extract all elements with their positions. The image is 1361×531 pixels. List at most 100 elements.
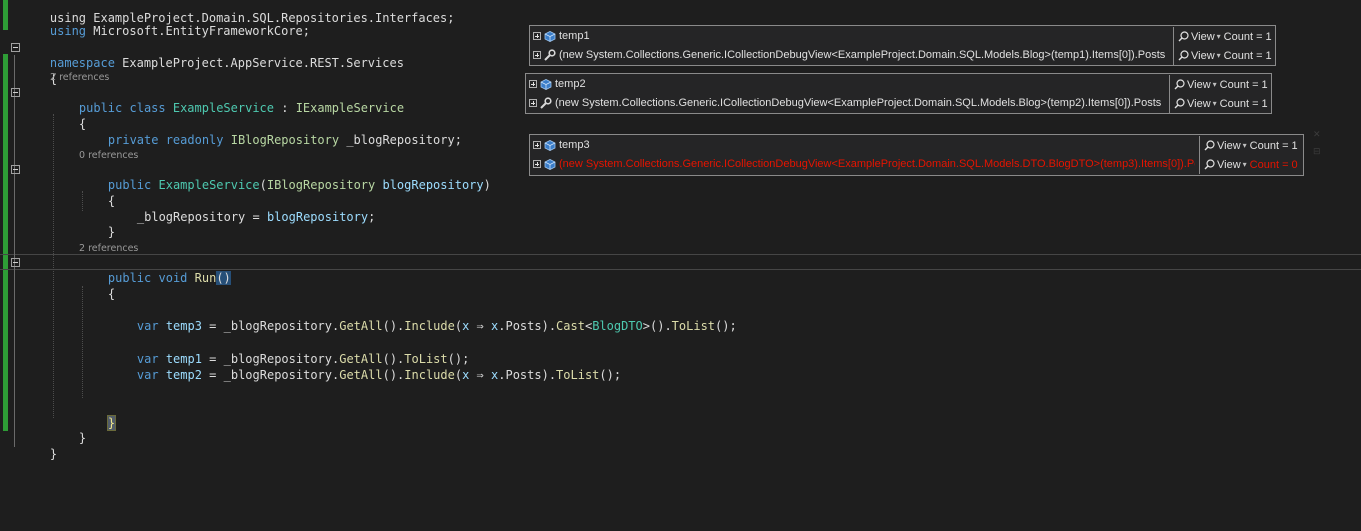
- datatip-temp3[interactable]: temp3 View ▾ Count = 1 (new System.Collect…: [529, 134, 1304, 176]
- class-name: BlogDTO: [592, 319, 643, 333]
- datatip-row[interactable]: temp3 View ▾ Count = 1: [530, 136, 1303, 155]
- interface-name: IExampleService: [295, 101, 405, 115]
- datatip-value: View ▾ Count = 1: [1169, 94, 1268, 113]
- view-button[interactable]: View: [1217, 159, 1241, 171]
- interface-name: IBlogRepository: [266, 178, 376, 192]
- datatip-row[interactable]: temp1 View ▾ Count = 1: [530, 27, 1275, 46]
- brace-match-highlight: }: [106, 415, 117, 431]
- expand-icon[interactable]: [533, 32, 541, 40]
- magnifier-icon[interactable]: [1178, 50, 1189, 61]
- chevron-down-icon[interactable]: ▾: [1217, 27, 1221, 46]
- brace: {: [107, 287, 116, 301]
- magnifier-icon[interactable]: [1174, 98, 1185, 109]
- datatip-temp2[interactable]: temp2 View ▾ Count = 1 (new System.Collect…: [525, 73, 1272, 114]
- view-button[interactable]: View: [1187, 79, 1211, 91]
- chevron-down-icon[interactable]: ▾: [1243, 155, 1247, 174]
- punct: (: [259, 178, 267, 192]
- variable-icon: [544, 140, 556, 151]
- datatip-count-error: Count = 0: [1249, 159, 1298, 171]
- view-button[interactable]: View: [1191, 50, 1215, 62]
- local-name: temp3: [158, 319, 202, 333]
- code-line-run: public void Run(): [79, 254, 231, 285]
- field-name: _blogRepository =: [136, 210, 267, 224]
- fold-toggle[interactable]: [11, 88, 20, 97]
- datatip-row[interactable]: (new System.Collections.Generic.ICollect…: [526, 94, 1271, 113]
- fold-toggle[interactable]: [11, 43, 20, 52]
- code-line-brace: {: [21, 55, 57, 86]
- wrench-icon: [540, 97, 552, 109]
- magnifier-icon[interactable]: [1174, 79, 1185, 90]
- method-name: ToList: [556, 368, 600, 382]
- punct: ;: [368, 210, 376, 224]
- punct: >().: [642, 319, 672, 333]
- keyword: var: [136, 368, 159, 382]
- code-line-temp1: var temp1 = _blogRepository.GetAll().ToL…: [108, 335, 469, 366]
- codelens-references[interactable]: 2 references: [79, 243, 138, 254]
- keyword: namespace: [49, 56, 115, 70]
- datatip-count: Count = 1: [1219, 79, 1268, 91]
- view-button[interactable]: View: [1187, 98, 1211, 110]
- chevron-down-icon[interactable]: ▾: [1213, 94, 1217, 113]
- namespace-name: Microsoft.EntityFrameworkCore;: [86, 24, 310, 38]
- variable-icon: [540, 79, 552, 90]
- punct: ();: [715, 319, 737, 333]
- method-name: Run: [194, 271, 217, 285]
- variable-icon: [544, 31, 556, 42]
- view-button[interactable]: View: [1217, 140, 1241, 152]
- magnifier-icon[interactable]: [1204, 140, 1215, 151]
- codelens-references[interactable]: 0 references: [79, 150, 138, 161]
- code-line-brace: {: [79, 177, 115, 208]
- method-name: Include: [404, 319, 455, 333]
- change-indicator: [3, 54, 8, 431]
- code-line-brace: {: [79, 270, 115, 301]
- code-line-brace: }: [79, 208, 115, 239]
- fold-toggle[interactable]: [11, 165, 20, 174]
- chevron-down-icon[interactable]: ▾: [1217, 46, 1221, 65]
- datatip-row[interactable]: (new System.Collections.Generic.ICollect…: [530, 155, 1303, 174]
- fold-toggle[interactable]: [11, 258, 20, 267]
- class-name: ExampleService: [151, 178, 260, 192]
- punct: :: [274, 101, 296, 115]
- punct: ().: [382, 368, 405, 382]
- expand-icon[interactable]: [533, 51, 541, 59]
- expand-icon[interactable]: [533, 160, 541, 168]
- field-name: _blogRepository;: [339, 133, 462, 147]
- datatip-value: View ▾ Count = 1: [1199, 136, 1298, 155]
- punct: .Posts).: [498, 368, 557, 382]
- datatip-expression: (new System.Collections.Generic.ICollect…: [559, 49, 1166, 61]
- punct: (: [454, 368, 463, 382]
- punct: ().: [382, 319, 405, 333]
- close-icon[interactable]: ✕: [1313, 130, 1321, 140]
- pin-icon[interactable]: ⊟: [1313, 147, 1321, 157]
- magnifier-icon[interactable]: [1178, 31, 1189, 42]
- expand-icon[interactable]: [529, 99, 537, 107]
- expand-icon[interactable]: [529, 80, 537, 88]
- code-line-namespace: namespace ExampleProject.AppService.REST…: [21, 39, 404, 70]
- datatip-expression: (new System.Collections.Generic.ICollect…: [555, 97, 1162, 109]
- datatip-count: Count = 1: [1219, 98, 1268, 110]
- datatip-value: View ▾ Count = 0: [1199, 155, 1298, 174]
- datatip-expression: temp1: [559, 30, 590, 42]
- magnifier-icon[interactable]: [1204, 159, 1215, 170]
- variable-icon: [544, 159, 556, 170]
- view-button[interactable]: View: [1191, 31, 1215, 43]
- datatip-count: Count = 1: [1249, 140, 1298, 152]
- keyword: using: [49, 24, 87, 38]
- method-name: GetAll: [339, 368, 383, 382]
- datatip-temp1[interactable]: temp1 View ▾ Count = 1 (new System.Collect…: [529, 25, 1276, 66]
- code-line-brace: }: [21, 430, 57, 461]
- code-line-brace: }: [79, 399, 117, 431]
- expand-icon[interactable]: [533, 141, 541, 149]
- chevron-down-icon[interactable]: ▾: [1243, 136, 1247, 155]
- datatip-expression-error: (new System.Collections.Generic.ICollect…: [559, 158, 1195, 170]
- codelens-references[interactable]: 2 references: [50, 72, 109, 83]
- code-line-temp3: var temp3 = _blogRepository.GetAll().Inc…: [108, 302, 737, 333]
- outline-line: [14, 98, 15, 158]
- datatip-row[interactable]: temp2 View ▾ Count = 1: [526, 75, 1271, 94]
- method-name: Include: [404, 368, 455, 382]
- chevron-down-icon[interactable]: ▾: [1213, 75, 1217, 94]
- keyword: var: [136, 319, 159, 333]
- datatip-row[interactable]: (new System.Collections.Generic.ICollect…: [530, 46, 1275, 65]
- punct: (): [216, 271, 231, 285]
- keyword: void: [151, 271, 195, 285]
